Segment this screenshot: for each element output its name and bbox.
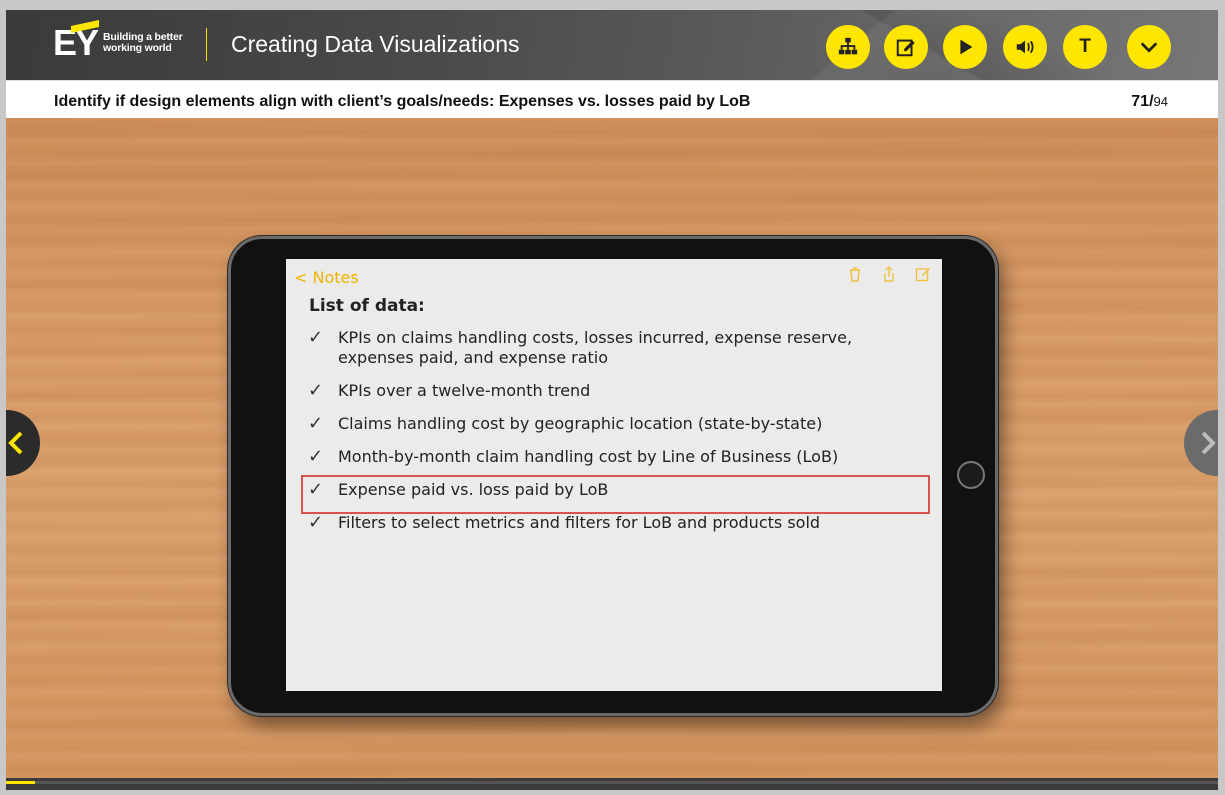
sitemap-icon xyxy=(838,37,858,55)
slide-stage: < Notes List of data: ✓ KPIs on claims h… xyxy=(6,118,1218,778)
chevron-left-icon xyxy=(8,431,23,455)
play-icon xyxy=(960,39,973,55)
list-item: ✓ Filters to select metrics and filters f… xyxy=(308,512,821,533)
header-divider xyxy=(206,28,207,61)
share-icon[interactable] xyxy=(880,265,898,283)
list-item: ✓ Month-by-month claim handling cost by L… xyxy=(308,446,839,467)
compose-icon[interactable] xyxy=(914,265,932,283)
transcript-button[interactable]: T xyxy=(1063,25,1107,69)
menu-button[interactable] xyxy=(1127,25,1171,69)
notes-button[interactable] xyxy=(884,25,928,69)
list-item: ✓ KPIs over a twelve-month trend xyxy=(308,380,591,401)
tablet-frame: < Notes List of data: ✓ KPIs on claims h… xyxy=(228,236,998,716)
progress-bar[interactable] xyxy=(6,778,1218,790)
chevron-right-icon xyxy=(1201,431,1216,455)
checkmark-icon: ✓ xyxy=(308,380,324,401)
checkmark-icon: ✓ xyxy=(308,446,324,467)
previous-slide-button[interactable] xyxy=(6,410,40,476)
transcript-label: T xyxy=(1079,36,1091,57)
sitemap-button[interactable] xyxy=(826,25,870,69)
chevron-down-icon xyxy=(1140,42,1158,53)
audio-button[interactable] xyxy=(1003,25,1047,69)
notes-toolbar xyxy=(846,265,932,283)
data-list: ✓ KPIs on claims handling costs, losses i… xyxy=(308,328,928,546)
notes-screen: < Notes List of data: ✓ KPIs on claims h… xyxy=(286,259,942,691)
tablet-home-button xyxy=(957,461,985,489)
speaker-icon xyxy=(1016,40,1034,54)
notes-back-link[interactable]: < Notes xyxy=(294,268,359,287)
play-button[interactable] xyxy=(943,25,987,69)
list-item: ✓ KPIs on claims handling costs, losses i… xyxy=(308,327,853,368)
list-item: ✓ Claims handling cost by geographic loca… xyxy=(308,413,823,434)
next-slide-button[interactable] xyxy=(1184,410,1218,476)
course-player: EY Building a better working world Creat… xyxy=(6,10,1218,790)
header-bar: EY Building a better working world Creat… xyxy=(6,10,1218,80)
progress-fill xyxy=(6,781,36,784)
page-counter: 71/94 xyxy=(1131,93,1168,110)
checkmark-icon: ✓ xyxy=(308,327,324,348)
slide-title-bar: Identify if design elements align with c… xyxy=(6,80,1218,118)
checkmark-icon: ✓ xyxy=(308,413,324,434)
course-title: Creating Data Visualizations xyxy=(231,31,520,57)
trash-icon[interactable] xyxy=(846,265,864,283)
list-item-highlighted: ✓ Expense paid vs. loss paid by LoB xyxy=(308,479,609,500)
ey-logo: EY Building a better working world xyxy=(53,20,183,63)
checkmark-icon: ✓ xyxy=(308,512,324,533)
slide-title: Identify if design elements align with c… xyxy=(54,93,751,110)
edit-icon xyxy=(896,39,915,57)
list-title: List of data: xyxy=(309,296,425,316)
checkmark-icon: ✓ xyxy=(308,479,324,500)
